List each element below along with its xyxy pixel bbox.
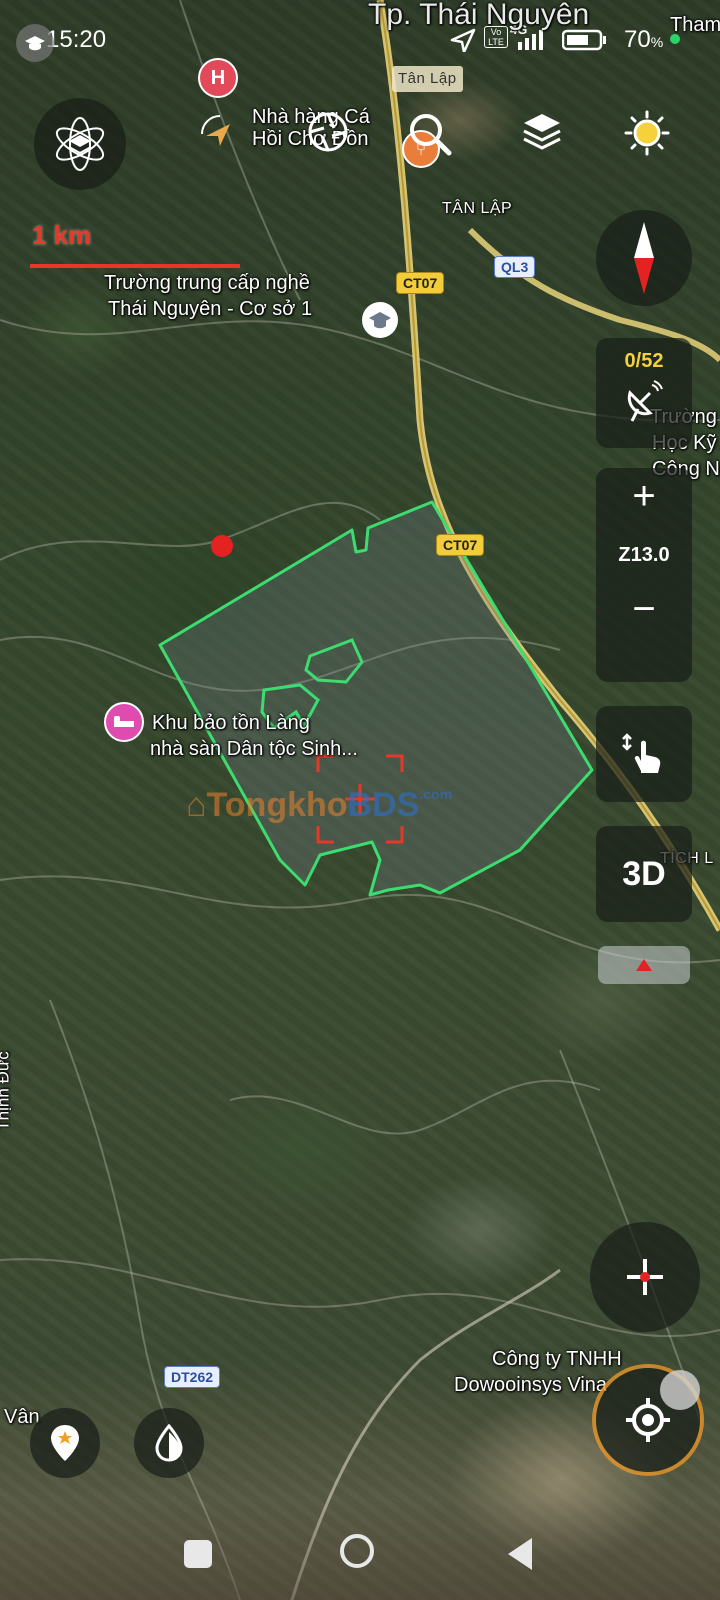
location-badge-icon xyxy=(660,1370,700,1410)
road-shield-dt262: DT262 xyxy=(164,1366,221,1388)
crosshair-button[interactable] xyxy=(590,1222,700,1332)
triangle-up-icon xyxy=(636,959,652,971)
3d-label: 3D xyxy=(622,854,666,893)
compass-button[interactable] xyxy=(596,210,692,306)
scale-bar-label: 1 km xyxy=(32,220,92,250)
map-pin-star-icon xyxy=(51,1425,79,1461)
back-button[interactable] xyxy=(508,1538,532,1570)
compass-direction-icon xyxy=(200,114,230,146)
camera-button[interactable] xyxy=(306,110,350,154)
3d-mode-button[interactable]: 3D xyxy=(596,826,692,922)
watermark: ⌂TongkhoBDS.com xyxy=(186,786,453,824)
status-bar: 15:20 Vo LTE 4G 70% xyxy=(0,0,720,80)
road-shield-ct07-south: CT07 xyxy=(436,534,485,556)
profile-icon-small[interactable] xyxy=(16,24,54,62)
company-label-2: Dowooinsys Vina xyxy=(454,1374,608,1396)
school-label-2: Thái Nguyên - Cơ sở 1 xyxy=(108,298,313,320)
red-location-dot xyxy=(211,535,233,557)
compass-icon xyxy=(634,222,654,294)
brightness-button[interactable] xyxy=(624,110,670,156)
touch-mode-button[interactable] xyxy=(596,706,692,802)
status-time: 15:20 xyxy=(46,26,107,53)
search-button[interactable] xyxy=(406,110,452,156)
road-shield-ct07-north: CT07 xyxy=(396,272,445,294)
add-marker-button[interactable] xyxy=(30,1408,100,1478)
tham-label: Tham xyxy=(670,14,720,36)
zoom-in-button[interactable]: + xyxy=(596,468,692,524)
touch-swipe-icon xyxy=(622,733,661,773)
reserve-label-1: Khu bảo tồn Làng xyxy=(152,712,310,734)
reserve-label-2: nhà sàn Dân tộc Sinh... xyxy=(150,738,358,760)
water-layer-button[interactable] xyxy=(134,1408,204,1478)
water-drop-icon xyxy=(155,1424,183,1462)
lodging-pin-icon[interactable] xyxy=(104,702,144,742)
satellite-panel[interactable]: 0/52 xyxy=(596,338,692,448)
battery-percent: 70% xyxy=(624,26,664,53)
city-label: Tp. Thái Nguyên xyxy=(368,0,590,31)
school-pin-icon[interactable] xyxy=(362,302,398,338)
zoom-out-button[interactable]: − xyxy=(596,581,692,637)
land-boundary-polygon xyxy=(158,500,594,897)
company-label-1: Công ty TNHH xyxy=(492,1348,622,1370)
atom-layers-icon xyxy=(55,117,105,171)
layer-switcher-button[interactable] xyxy=(34,98,126,190)
satellite-dish-icon xyxy=(627,380,663,422)
layers-stack-icon xyxy=(523,114,561,150)
watermark-home-icon: ⌂ xyxy=(186,786,207,824)
tan-lap-road-label: Tân Lập xyxy=(392,66,463,92)
road-shield-ql3: QL3 xyxy=(494,256,536,278)
search-icon xyxy=(410,114,452,156)
zoom-level: Z13.0 xyxy=(618,544,670,566)
thinh-duc-label: Thịnh Đức xyxy=(0,1051,13,1131)
school-label-1: Trường trung cấp nghề xyxy=(104,272,310,294)
layers-button[interactable] xyxy=(520,110,564,154)
system-navigation-bar xyxy=(0,1500,720,1600)
hospital-pin-icon[interactable]: H xyxy=(198,58,238,98)
satellite-count: 0/52 xyxy=(624,350,664,372)
recent-apps-button[interactable] xyxy=(184,1540,212,1568)
zoom-panel: + Z13.0 − xyxy=(596,468,692,682)
crosshair-icon xyxy=(627,1259,663,1295)
sun-icon xyxy=(624,110,670,156)
camera-icon xyxy=(308,112,348,152)
collapse-toggle-button[interactable] xyxy=(598,946,690,984)
home-button[interactable] xyxy=(340,1534,374,1568)
signal-bars-icon xyxy=(518,30,543,50)
tan-lap-area-label: TÂN LẬP xyxy=(442,200,513,217)
